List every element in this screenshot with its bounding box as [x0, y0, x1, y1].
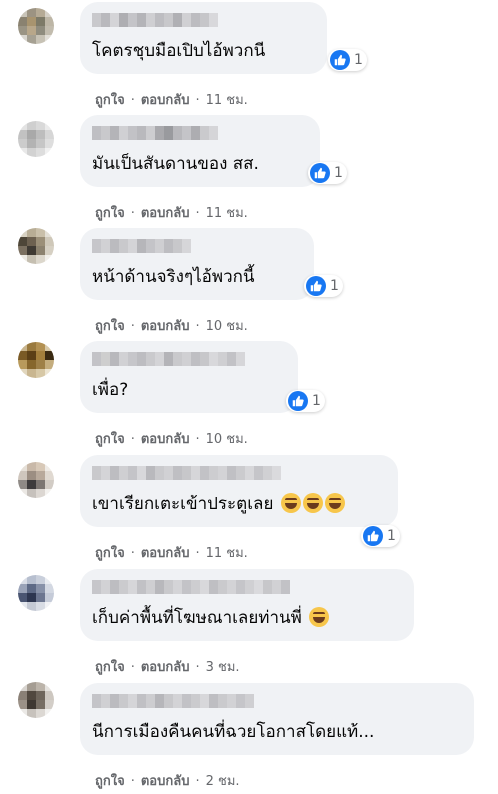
avatar[interactable] — [18, 462, 54, 498]
comment-actions: ถูกใจ · ตอบกลับ · 10 ชม. — [95, 319, 248, 334]
like-icon — [330, 50, 350, 70]
author-name[interactable] — [92, 239, 191, 253]
comment-bubble: เก็บค่าพื้นที่โฆษณาเลยท่านพี่ — [80, 569, 414, 641]
avatar[interactable] — [18, 228, 54, 264]
comment-text: โคตรชุบมือเปิบไอ้พวกนี — [92, 41, 266, 61]
reply-button[interactable]: ตอบกลับ — [141, 774, 190, 789]
reply-button[interactable]: ตอบกลับ — [141, 206, 190, 221]
grinning-sweat-emoji — [280, 493, 301, 513]
comment-text: เพื่อ? — [92, 380, 129, 400]
avatar[interactable] — [18, 575, 54, 611]
grinning-sweat-emoji — [302, 493, 323, 513]
comment-actions: ถูกใจ · ตอบกลับ · 10 ชม. — [95, 432, 248, 447]
comment-bubble: เขาเรียกเตะเข้าประตูเลย — [80, 455, 398, 527]
comment-text: หน้าด้านจริงๆไอ้พวกนี้ — [92, 267, 255, 287]
author-name[interactable] — [92, 580, 290, 594]
like-button[interactable]: ถูกใจ — [95, 319, 125, 334]
reply-button[interactable]: ตอบกลับ — [141, 319, 190, 334]
timestamp[interactable]: 10 ชม. — [206, 319, 248, 334]
author-name[interactable] — [92, 466, 281, 480]
reaction-count: 1 — [334, 165, 343, 181]
reaction-summary[interactable]: 1 — [304, 275, 343, 297]
comment-text: เก็บค่าพื้นที่โฆษณาเลยท่านพี่ — [92, 607, 330, 629]
like-button[interactable]: ถูกใจ — [95, 432, 125, 447]
reply-button[interactable]: ตอบกลับ — [141, 432, 190, 447]
avatar[interactable] — [18, 8, 54, 44]
like-button[interactable]: ถูกใจ — [95, 546, 125, 561]
like-icon — [310, 163, 330, 183]
reply-button[interactable]: ตอบกลับ — [141, 546, 190, 561]
like-button[interactable]: ถูกใจ — [95, 660, 125, 675]
comment-bubble: เพื่อ? — [80, 341, 298, 413]
reply-button[interactable]: ตอบกลับ — [141, 660, 190, 675]
reaction-count: 1 — [387, 528, 396, 544]
like-button[interactable]: ถูกใจ — [95, 206, 125, 221]
avatar[interactable] — [18, 121, 54, 157]
reaction-count: 1 — [354, 52, 363, 68]
like-button[interactable]: ถูกใจ — [95, 774, 125, 789]
author-name[interactable] — [92, 352, 245, 366]
like-icon — [306, 276, 326, 296]
like-icon — [363, 526, 383, 546]
like-button[interactable]: ถูกใจ — [95, 93, 125, 108]
timestamp[interactable]: 11 ชม. — [206, 546, 248, 561]
author-name[interactable] — [92, 126, 218, 140]
like-icon — [288, 391, 308, 411]
comment-actions: ถูกใจ · ตอบกลับ · 3 ชม. — [95, 660, 240, 675]
comment-text: เขาเรียกเตะเข้าประตูเลย — [92, 493, 345, 515]
grinning-sweat-emoji — [324, 493, 345, 513]
comment-bubble: หน้าด้านจริงๆไอ้พวกนี้ — [80, 228, 314, 300]
comment-text: มันเป็นสันดานของ สส. — [92, 154, 259, 174]
reaction-count: 1 — [312, 393, 321, 409]
reaction-summary[interactable]: 1 — [361, 525, 400, 547]
comment-bubble: มันเป็นสันดานของ สส. — [80, 115, 320, 187]
reaction-count: 1 — [330, 278, 339, 294]
author-name[interactable] — [92, 694, 254, 708]
reaction-summary[interactable]: 1 — [286, 390, 325, 412]
comment-actions: ถูกใจ · ตอบกลับ · 11 ชม. — [95, 206, 248, 221]
comment-actions: ถูกใจ · ตอบกลับ · 11 ชม. — [95, 546, 248, 561]
comment-actions: ถูกใจ · ตอบกลับ · 11 ชม. — [95, 93, 248, 108]
timestamp[interactable]: 10 ชม. — [206, 432, 248, 447]
timestamp[interactable]: 3 ชม. — [206, 660, 240, 675]
timestamp[interactable]: 11 ชม. — [206, 206, 248, 221]
comment-actions: ถูกใจ · ตอบกลับ · 2 ชม. — [95, 774, 240, 789]
avatar[interactable] — [18, 342, 54, 378]
comment-text: นีการเมืองคืนคนที่ฉวยโอกาสโดยแท้... — [92, 722, 375, 742]
reaction-summary[interactable]: 1 — [328, 49, 367, 71]
reaction-summary[interactable]: 1 — [308, 162, 347, 184]
avatar[interactable] — [18, 682, 54, 718]
laughing-tears-emoji — [309, 607, 330, 627]
timestamp[interactable]: 2 ชม. — [206, 774, 240, 789]
comment-bubble: โคตรชุบมือเปิบไอ้พวกนี — [80, 2, 327, 74]
timestamp[interactable]: 11 ชม. — [206, 93, 248, 108]
author-name[interactable] — [92, 13, 218, 27]
comment-bubble: นีการเมืองคืนคนที่ฉวยโอกาสโดยแท้... — [80, 683, 474, 755]
reply-button[interactable]: ตอบกลับ — [141, 93, 190, 108]
